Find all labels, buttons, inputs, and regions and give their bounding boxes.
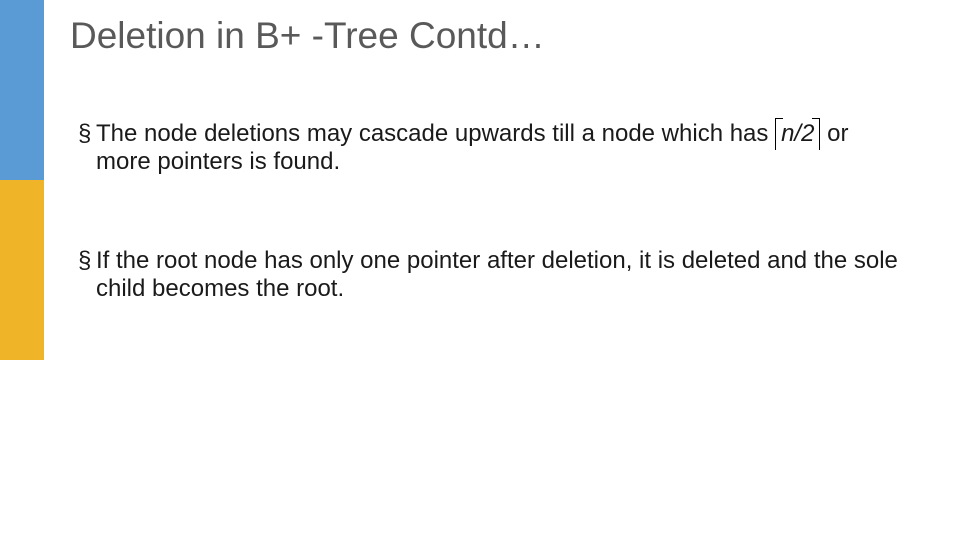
- slide-body: The node deletions may cascade upwards t…: [78, 120, 900, 374]
- ceil-left-bracket: [775, 118, 783, 150]
- bullet-item: If the root node has only one pointer af…: [78, 247, 900, 302]
- ceil-right-bracket: [812, 118, 820, 150]
- slide-title: Deletion in B+ -Tree Contd…: [70, 16, 545, 57]
- accent-stripe-blue: [0, 0, 44, 180]
- accent-stripe-yellow: [0, 180, 44, 360]
- bullet-item: The node deletions may cascade upwards t…: [78, 120, 900, 175]
- ceil-expression: n/2: [775, 120, 820, 148]
- slide: Deletion in B+ -Tree Contd… The node del…: [0, 0, 960, 540]
- bullet-text-pre: The node deletions may cascade upwards t…: [96, 120, 775, 147]
- bullet-text: If the root node has only one pointer af…: [96, 247, 898, 302]
- ceil-inner: n/2: [781, 120, 814, 147]
